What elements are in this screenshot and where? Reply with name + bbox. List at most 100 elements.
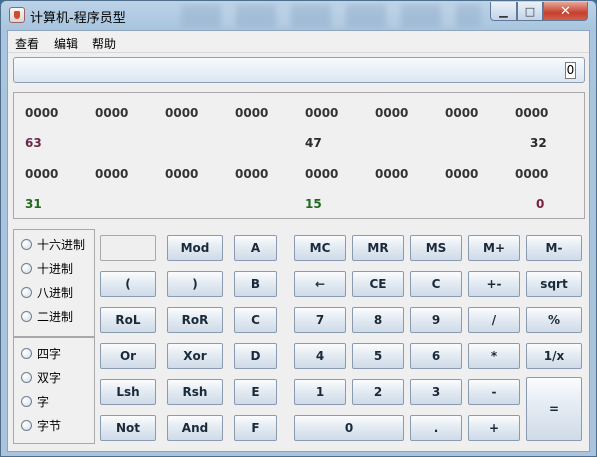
- key-ror[interactable]: RoR: [167, 307, 223, 333]
- key-7[interactable]: 7: [294, 307, 346, 333]
- bit-group: 0000: [165, 106, 199, 120]
- menu-bar: 查看 编辑 帮助: [8, 31, 589, 53]
- key-add[interactable]: +: [468, 415, 520, 441]
- bit-group: 0000: [25, 167, 59, 181]
- maximize-button[interactable]: □: [517, 2, 543, 21]
- key-divide[interactable]: /: [468, 307, 520, 333]
- key-reciprocal[interactable]: 1/x: [526, 343, 582, 369]
- radio-circle-icon: [21, 287, 32, 298]
- key-clear-entry[interactable]: CE: [352, 271, 404, 297]
- key-plus-minus[interactable]: +-: [468, 271, 520, 297]
- bit-group: 0000: [235, 167, 269, 181]
- radio-label: 字: [37, 395, 50, 409]
- key-hex-c[interactable]: C: [234, 307, 277, 333]
- key-8[interactable]: 8: [352, 307, 404, 333]
- bit-group: 0000: [375, 106, 409, 120]
- key-hex-b[interactable]: B: [234, 271, 277, 297]
- bit-group: 0000: [25, 106, 59, 120]
- bit-group: 0000: [445, 167, 479, 181]
- key-right-paren[interactable]: ): [167, 271, 223, 297]
- key-backspace[interactable]: ←: [294, 271, 346, 297]
- radio-hex[interactable]: 十六进制: [21, 236, 85, 253]
- bit-group: 0000: [95, 167, 129, 181]
- bit-group: 0000: [445, 106, 479, 120]
- calculator-body: 查看 编辑 帮助 0 0000 0000 0000 0000 0000 0000…: [7, 30, 590, 452]
- key-0[interactable]: 0: [294, 415, 404, 441]
- display-value[interactable]: 0: [565, 62, 576, 79]
- menu-help[interactable]: 帮助: [92, 35, 116, 52]
- title-bar[interactable]: 计算机-程序员型 ▁ □ ✕: [1, 1, 596, 31]
- radio-circle-icon: [21, 396, 32, 407]
- close-button[interactable]: ✕: [543, 2, 588, 21]
- radio-circle-icon: [21, 311, 32, 322]
- key-hex-a[interactable]: A: [234, 235, 277, 261]
- key-3[interactable]: 3: [410, 379, 462, 405]
- key-decimal[interactable]: .: [410, 415, 462, 441]
- radio-word[interactable]: 字: [21, 393, 49, 410]
- key-6[interactable]: 6: [410, 343, 462, 369]
- key-left-paren[interactable]: (: [100, 271, 156, 297]
- key-m-plus[interactable]: M+: [468, 235, 520, 261]
- menu-view[interactable]: 查看: [15, 35, 39, 52]
- calculator-window: 计算机-程序员型 ▁ □ ✕ 查看 编辑 帮助 0 0000 0000 0000…: [0, 0, 597, 457]
- calculator-app-icon: [9, 7, 25, 23]
- radio-circle-icon: [21, 348, 32, 359]
- bit-group: 0000: [95, 106, 129, 120]
- radio-circle-icon: [21, 239, 32, 250]
- bit-group: 0000: [515, 106, 549, 120]
- radio-label: 八进制: [37, 286, 74, 300]
- key-and[interactable]: And: [167, 415, 223, 441]
- key-clear[interactable]: C: [410, 271, 462, 297]
- radio-bin[interactable]: 二进制: [21, 308, 73, 325]
- key-sqrt[interactable]: sqrt: [526, 271, 582, 297]
- radio-circle-icon: [21, 420, 32, 431]
- key-hex-f[interactable]: F: [234, 415, 277, 441]
- key-hex-e[interactable]: E: [234, 379, 277, 405]
- key-hex-d[interactable]: D: [234, 343, 277, 369]
- radio-dword[interactable]: 双字: [21, 369, 61, 386]
- minimize-button[interactable]: ▁: [490, 2, 517, 21]
- key-percent[interactable]: %: [526, 307, 582, 333]
- key-mc[interactable]: MC: [294, 235, 346, 261]
- radio-dec[interactable]: 十进制: [21, 260, 73, 277]
- key-1[interactable]: 1: [294, 379, 346, 405]
- key-4[interactable]: 4: [294, 343, 346, 369]
- radio-label: 十六进制: [37, 238, 86, 252]
- radio-label: 十进制: [37, 262, 74, 276]
- bit-position-label: 15: [305, 197, 322, 211]
- key-rsh[interactable]: Rsh: [167, 379, 223, 405]
- radio-byte[interactable]: 字节: [21, 417, 61, 434]
- key-2[interactable]: 2: [352, 379, 404, 405]
- key-mod[interactable]: Mod: [167, 235, 223, 261]
- key-ms[interactable]: MS: [410, 235, 462, 261]
- key-not[interactable]: Not: [100, 415, 156, 441]
- blurred-background-text: [181, 5, 481, 27]
- bit-group: 0000: [515, 167, 549, 181]
- word-size-group: 四字 双字 字 字节: [13, 337, 95, 444]
- key-rol[interactable]: RoL: [100, 307, 156, 333]
- blank-key: [100, 235, 156, 261]
- window-title: 计算机-程序员型: [30, 11, 126, 26]
- key-m-minus[interactable]: M-: [526, 235, 582, 261]
- radio-label: 四字: [37, 347, 62, 361]
- key-or[interactable]: Or: [100, 343, 156, 369]
- bit-position-label: 47: [305, 136, 322, 150]
- bit-group: 0000: [305, 167, 339, 181]
- key-multiply[interactable]: *: [468, 343, 520, 369]
- bit-group: 0000: [165, 167, 199, 181]
- key-equals[interactable]: =: [526, 377, 582, 441]
- key-mr[interactable]: MR: [352, 235, 404, 261]
- key-lsh[interactable]: Lsh: [100, 379, 156, 405]
- bit-group: 0000: [375, 167, 409, 181]
- bit-position-label: 32: [530, 136, 547, 150]
- radio-qword[interactable]: 四字: [21, 345, 61, 362]
- radio-circle-icon: [21, 372, 32, 383]
- key-xor[interactable]: Xor: [167, 343, 223, 369]
- menu-edit[interactable]: 编辑: [54, 35, 78, 52]
- key-9[interactable]: 9: [410, 307, 462, 333]
- key-5[interactable]: 5: [352, 343, 404, 369]
- bit-group: 0000: [235, 106, 269, 120]
- bit-group: 0000: [305, 106, 339, 120]
- key-subtract[interactable]: -: [468, 379, 520, 405]
- radio-oct[interactable]: 八进制: [21, 284, 73, 301]
